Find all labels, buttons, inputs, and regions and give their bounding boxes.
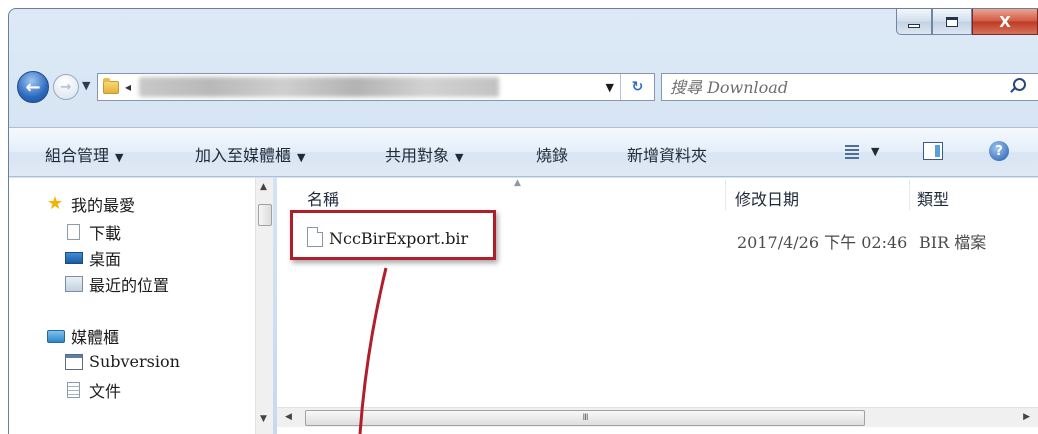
scroll-thumb[interactable]: III — [305, 410, 865, 426]
nav-item-label: 媒體櫃 — [71, 328, 120, 347]
column-divider[interactable] — [725, 180, 726, 210]
share-with-label: 共用對象 — [385, 146, 450, 165]
recent-places-icon — [65, 276, 83, 292]
library-icon — [47, 329, 65, 343]
explorer-window: X ← → ▼ ◂ ▼ ↻ 組合管理 ▼ 加入至媒體櫃 ▼ 共用對象 ▼ 燒錄 新增資… — [8, 8, 1038, 434]
organize-menu[interactable]: 組合管理 ▼ — [45, 142, 123, 166]
nav-item-libraries[interactable]: 媒體櫃 — [47, 324, 119, 348]
column-header-name[interactable]: 名稱 — [307, 186, 339, 210]
refresh-icon: ↻ — [631, 79, 644, 95]
close-button[interactable]: X — [972, 9, 1038, 35]
downloads-folder-icon — [67, 224, 80, 240]
organize-label: 組合管理 — [45, 146, 110, 165]
preview-pane-icon[interactable] — [923, 142, 943, 160]
nav-item-label: 下載 — [89, 224, 122, 243]
nav-item-label: Subversion — [89, 352, 180, 371]
scroll-up-icon[interactable]: ▲ — [260, 182, 267, 192]
back-button[interactable]: ← — [17, 71, 49, 103]
command-bar: 組合管理 ▼ 加入至媒體櫃 ▼ 共用對象 ▼ 燒錄 新增資料夾 ▼ ? — [9, 127, 1038, 177]
navigation-pane: ★ 我的最愛 下載 桌面 最近的位置 媒體櫃 Subversion 文件 — [9, 178, 265, 434]
minimize-button[interactable] — [896, 9, 932, 35]
breadcrumb-path-redacted — [139, 77, 500, 97]
column-header-date-modified[interactable]: 修改日期 — [735, 186, 799, 210]
search-box — [661, 73, 1038, 101]
column-divider[interactable] — [909, 180, 910, 210]
subversion-library-icon — [65, 353, 83, 370]
forward-arrow-icon: → — [60, 79, 72, 95]
view-options-dropdown[interactable]: ▼ — [871, 145, 879, 158]
nav-item-label: 桌面 — [89, 250, 122, 269]
nav-item-favorites[interactable]: ★ 我的最愛 — [47, 192, 135, 216]
nav-item-recent-places[interactable]: 最近的位置 — [65, 272, 169, 296]
scroll-right-icon[interactable]: ▶ — [1023, 412, 1030, 422]
file-type: BIR 檔案 — [919, 233, 987, 252]
desktop-icon — [65, 252, 83, 264]
refresh-button[interactable]: ↻ — [620, 74, 654, 100]
scroll-down-icon[interactable]: ▼ — [260, 414, 267, 424]
column-header-type[interactable]: 類型 — [917, 186, 949, 210]
recent-pages-dropdown[interactable]: ▼ — [82, 79, 90, 92]
chevron-down-icon: ▼ — [115, 151, 124, 164]
horizontal-scrollbar[interactable]: ◀ III ▶ — [277, 407, 1038, 427]
nav-item-label: 我的最愛 — [71, 196, 136, 215]
nav-item-subversion[interactable]: Subversion — [65, 352, 180, 371]
help-icon[interactable]: ? — [989, 141, 1009, 161]
documents-icon — [67, 382, 80, 398]
nav-item-desktop[interactable]: 桌面 — [65, 246, 121, 270]
share-with-menu[interactable]: 共用對象 ▼ — [385, 142, 463, 166]
burn-button[interactable]: 燒錄 — [536, 142, 568, 166]
nav-item-documents[interactable]: 文件 — [65, 378, 121, 402]
address-dropdown[interactable]: ▼ — [606, 81, 614, 94]
nav-item-downloads[interactable]: 下載 — [65, 220, 121, 244]
minimize-icon — [908, 23, 920, 28]
new-folder-button[interactable]: 新增資料夾 — [627, 142, 707, 166]
scroll-thumb[interactable] — [258, 204, 272, 226]
breadcrumb-separator[interactable]: ◂ — [125, 80, 131, 94]
add-to-library-menu[interactable]: 加入至媒體櫃 ▼ — [195, 142, 305, 166]
navigation-scrollbar[interactable]: ▲ ▼ — [255, 178, 273, 434]
sort-ascending-icon: ▲ — [514, 178, 521, 188]
maximize-button[interactable] — [932, 9, 972, 35]
maximize-icon — [946, 16, 958, 27]
back-arrow-icon: ← — [25, 76, 41, 98]
add-to-library-label: 加入至媒體櫃 — [195, 146, 292, 165]
search-input[interactable] — [670, 75, 990, 99]
address-row: ← → ▼ ◂ ▼ ↻ — [9, 67, 1038, 107]
file-date-modified: 2017/4/26 下午 02:46 — [737, 233, 908, 252]
chevron-down-icon: ▼ — [455, 151, 464, 164]
forward-button[interactable]: → — [53, 74, 79, 100]
nav-item-label: 文件 — [89, 382, 122, 401]
star-icon: ★ — [47, 193, 64, 214]
scroll-left-icon[interactable]: ◀ — [285, 412, 292, 422]
caption-buttons: X — [896, 9, 1038, 39]
search-icon[interactable] — [1013, 78, 1026, 91]
close-icon: X — [999, 12, 1011, 31]
highlight-annotation-box — [290, 210, 496, 260]
view-options-icon[interactable] — [845, 145, 859, 159]
nav-item-label: 最近的位置 — [89, 276, 170, 295]
address-bar[interactable]: ◂ ▼ ↻ — [97, 73, 655, 101]
chevron-down-icon: ▼ — [297, 151, 306, 164]
folder-icon — [103, 77, 119, 94]
